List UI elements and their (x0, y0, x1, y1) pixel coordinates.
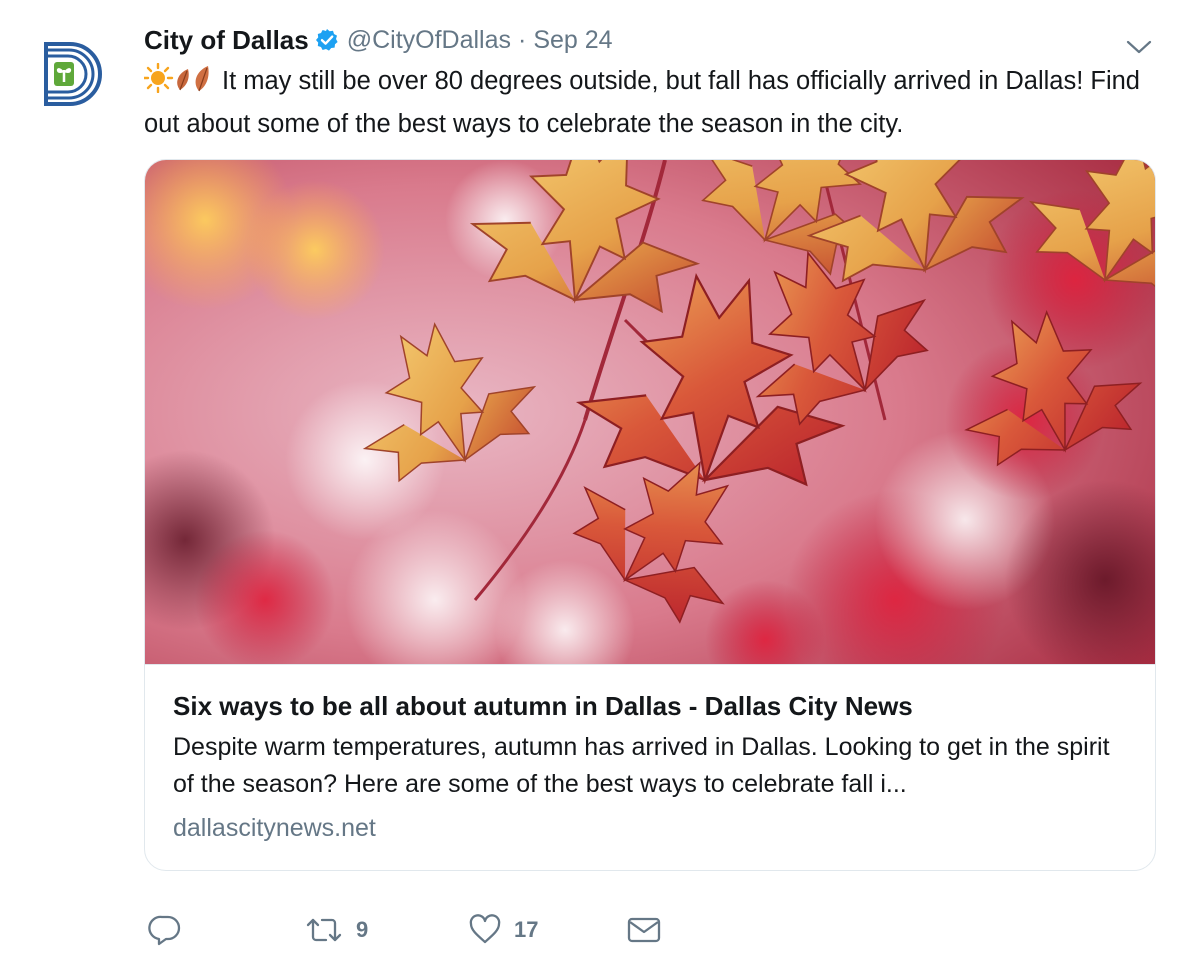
autumn-maple-leaves-photo (145, 160, 1155, 664)
heart-icon (469, 914, 501, 944)
card-description: Despite warm temperatures, autumn has ar… (173, 733, 1110, 798)
tweet[interactable]: City of Dallas @CityOfDallas · Sep 24 It… (0, 0, 1180, 966)
display-name[interactable]: City of Dallas (144, 25, 309, 56)
tweet-actions: 9 17 (148, 910, 848, 950)
retweet-button[interactable]: 9 (304, 910, 368, 950)
emoji-group (142, 62, 218, 105)
chevron-down-icon[interactable] (1124, 32, 1154, 62)
city-of-dallas-logo-icon (44, 42, 102, 106)
sun-and-leaves-emoji-icon (142, 62, 209, 94)
avatar[interactable] (38, 40, 106, 108)
reply-button[interactable] (148, 910, 194, 950)
like-button[interactable]: 17 (468, 910, 538, 950)
tweet-text: It may still be over 80 degrees outside,… (142, 62, 1156, 144)
tweet-body-text: It may still be over 80 degrees outside,… (144, 67, 1140, 138)
link-card[interactable]: Six ways to be all about autumn in Dalla… (144, 159, 1156, 871)
card-body: Six ways to be all about autumn in Dalla… (145, 665, 1155, 845)
like-count: 17 (514, 917, 539, 942)
tweet-header: City of Dallas @CityOfDallas · Sep 24 (144, 22, 1156, 58)
separator-dot: · (518, 25, 527, 54)
tweet-date[interactable]: Sep 24 (533, 26, 612, 55)
retweet-icon (306, 918, 342, 942)
tweet-content: City of Dallas @CityOfDallas · Sep 24 It… (142, 22, 1156, 871)
direct-message-button[interactable] (626, 910, 674, 950)
envelope-icon (627, 917, 661, 943)
card-domain[interactable]: dallascitynews.net (173, 811, 1127, 845)
verified-badge-icon (315, 28, 339, 52)
card-image[interactable] (145, 160, 1155, 665)
card-title[interactable]: Six ways to be all about autumn in Dalla… (173, 689, 1127, 723)
retweet-count: 9 (356, 917, 369, 942)
user-handle[interactable]: @CityOfDallas (347, 26, 511, 55)
reply-icon (148, 915, 181, 946)
